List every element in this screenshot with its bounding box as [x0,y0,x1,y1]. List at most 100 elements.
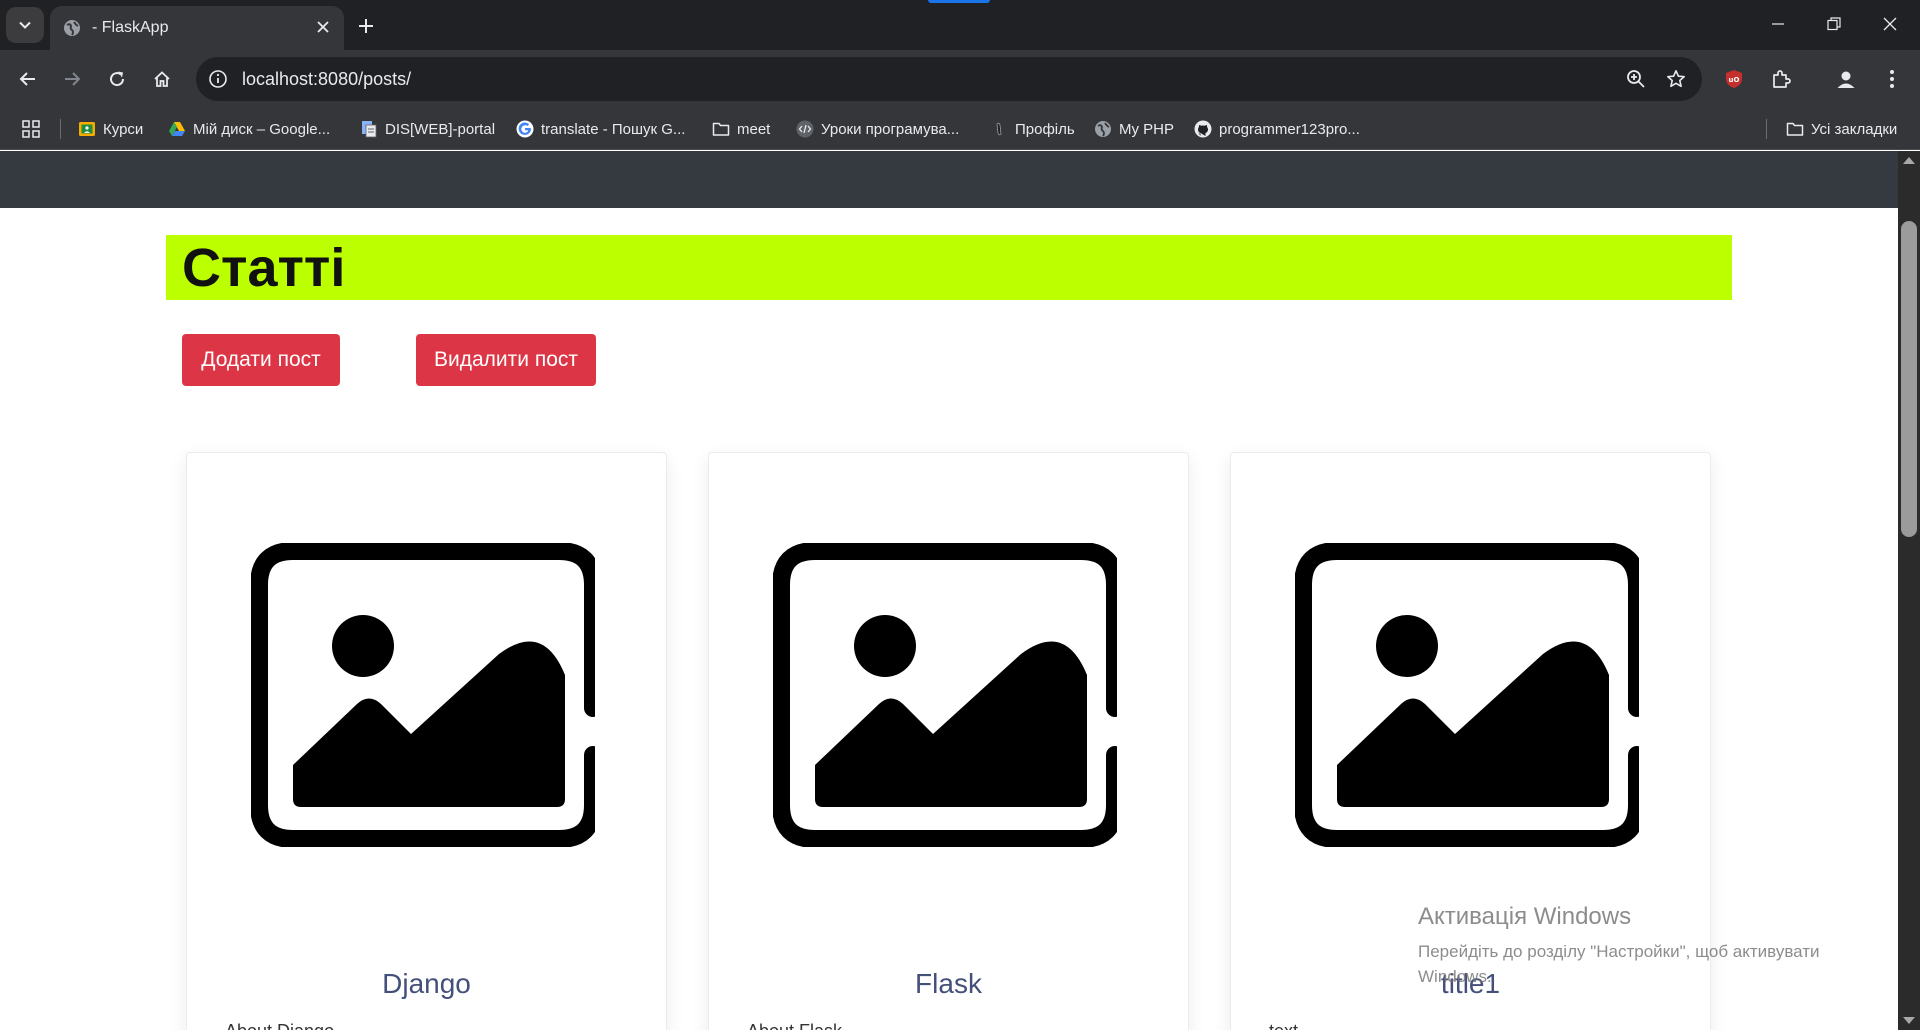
delete-post-button[interactable]: Видалити пост [416,334,596,386]
bookmark-label: meet [737,120,771,138]
image-placeholder-icon [773,543,1117,847]
url-text[interactable]: localhost:8080/posts/ [242,69,411,90]
bookmark-label: Профіль [1015,120,1075,138]
page-scrollbar[interactable] [1898,151,1920,1030]
restore-button[interactable] [1806,0,1862,48]
bookmark-google-drive[interactable]: Мій диск – Google... [168,116,330,142]
close-icon [317,21,329,33]
tab-search-button[interactable] [6,7,44,43]
bookmark-github[interactable]: programmer123pro... [1194,116,1360,142]
tab-title: - FlaskApp [92,19,169,36]
post-text: About Flask [747,1021,842,1030]
bookmark-dis-web-portal[interactable]: DIS[WEB]-portal [360,116,495,142]
zoom-icon [1627,70,1645,88]
back-button[interactable] [12,63,44,95]
profile-icon [1837,71,1855,88]
bookmark-uroky[interactable]: Уроки програмува... [796,116,959,142]
new-tab-button[interactable] [352,12,380,40]
bookmark-label: Уроки програмува... [821,120,960,138]
post-title: Flask [915,968,982,999]
forward-arrow-icon [65,72,81,86]
google-icon [516,120,534,138]
bookmark-label: DIS[WEB]-portal [385,120,496,138]
scroll-down-arrow-icon[interactable] [1903,1017,1915,1024]
more-menu-button[interactable] [1876,63,1908,95]
home-icon [154,71,170,87]
post-card: title1 text [1230,452,1711,1030]
chevron-down-icon [19,21,31,29]
zoom-button[interactable] [1622,65,1650,93]
browser-tab-active[interactable]: - FlaskApp [50,6,344,50]
reload-icon [110,71,125,87]
restore-icon [1827,17,1841,31]
classroom-icon [78,120,96,138]
plus-icon [359,19,373,33]
bookmark-kursy[interactable]: Курси [78,116,143,142]
site-info-icon [209,70,227,88]
page-title: Статті [182,238,346,298]
scrollbar-thumb[interactable] [1901,221,1917,537]
scroll-up-arrow-icon[interactable] [1903,157,1915,164]
close-window-button[interactable] [1862,0,1918,48]
bookmark-label: Курси [103,120,144,138]
add-post-button[interactable]: Додати пост [182,334,340,386]
bookmark-star-button[interactable] [1662,65,1690,93]
site-info-button[interactable] [204,65,232,93]
bookmark-meet[interactable]: meet [712,116,770,142]
apps-button[interactable] [22,116,40,142]
tab-indicator [928,0,990,3]
star-icon [1667,70,1685,88]
bookmark-label: My PHP [1119,120,1175,138]
more-menu-icon [1890,70,1894,88]
browser-tab-strip: - FlaskApp [0,0,1920,50]
extensions-button[interactable] [1765,63,1797,95]
code-icon [796,120,814,138]
forward-button[interactable] [56,63,88,95]
page-heading-bar: Статті [166,235,1732,300]
profile-bookmark-icon [990,120,1008,138]
github-icon [1194,120,1212,138]
minimize-icon [1772,23,1784,25]
home-button[interactable] [146,63,178,95]
site-navbar [0,151,1898,208]
all-bookmarks-label: Усі закладки [1811,120,1898,138]
all-bookmarks-button[interactable]: Усі закладки [1786,116,1897,142]
close-window-icon [1883,17,1897,31]
back-arrow-icon [19,72,35,86]
folder-icon [1786,120,1804,138]
svg-text:uO: uO [1729,76,1740,84]
address-bar[interactable]: localhost:8080/posts/ [196,57,1702,101]
page-viewport: Статті Додати пост Видалити пост Django … [0,151,1898,1030]
ublock-icon: uO [1726,70,1742,88]
folder-icon [712,120,730,138]
portal-icon [360,120,378,138]
bookmark-profil[interactable]: Профіль [990,116,1075,142]
google-drive-icon [168,120,186,138]
image-placeholder-icon [251,543,595,847]
bookmark-translate[interactable]: translate - Пошук G... [516,116,685,142]
bookmark-label: translate - Пошук G... [541,120,686,138]
post-card: Django About Django [186,452,667,1030]
browser-toolbar: localhost:8080/posts/ uO [0,50,1920,108]
globe-icon [64,20,80,36]
extensions-icon [1773,70,1791,88]
globe-icon [1094,120,1112,138]
apps-grid-icon [22,120,40,138]
post-title: title1 [1440,968,1501,999]
tab-close-button[interactable] [312,16,334,38]
reload-button[interactable] [101,63,133,95]
bookmark-my-php[interactable]: My PHP [1094,116,1174,142]
bookmark-label: Мій диск – Google... [193,120,331,138]
bookmark-label: programmer123pro... [1219,120,1360,138]
bookmarks-separator [60,119,61,139]
ublock-extension-button[interactable]: uO [1718,63,1750,95]
profile-button[interactable] [1830,63,1862,95]
image-placeholder-icon [1295,543,1639,847]
post-card: Flask About Flask [708,452,1189,1030]
post-title: Django [382,968,471,999]
minimize-button[interactable] [1750,0,1806,48]
bookmarks-separator [1766,119,1767,139]
bookmarks-bar: Курси Мій диск – Google... DIS[WEB]-port… [0,108,1920,150]
post-text: About Django [225,1021,334,1030]
post-text: text [1269,1021,1298,1030]
